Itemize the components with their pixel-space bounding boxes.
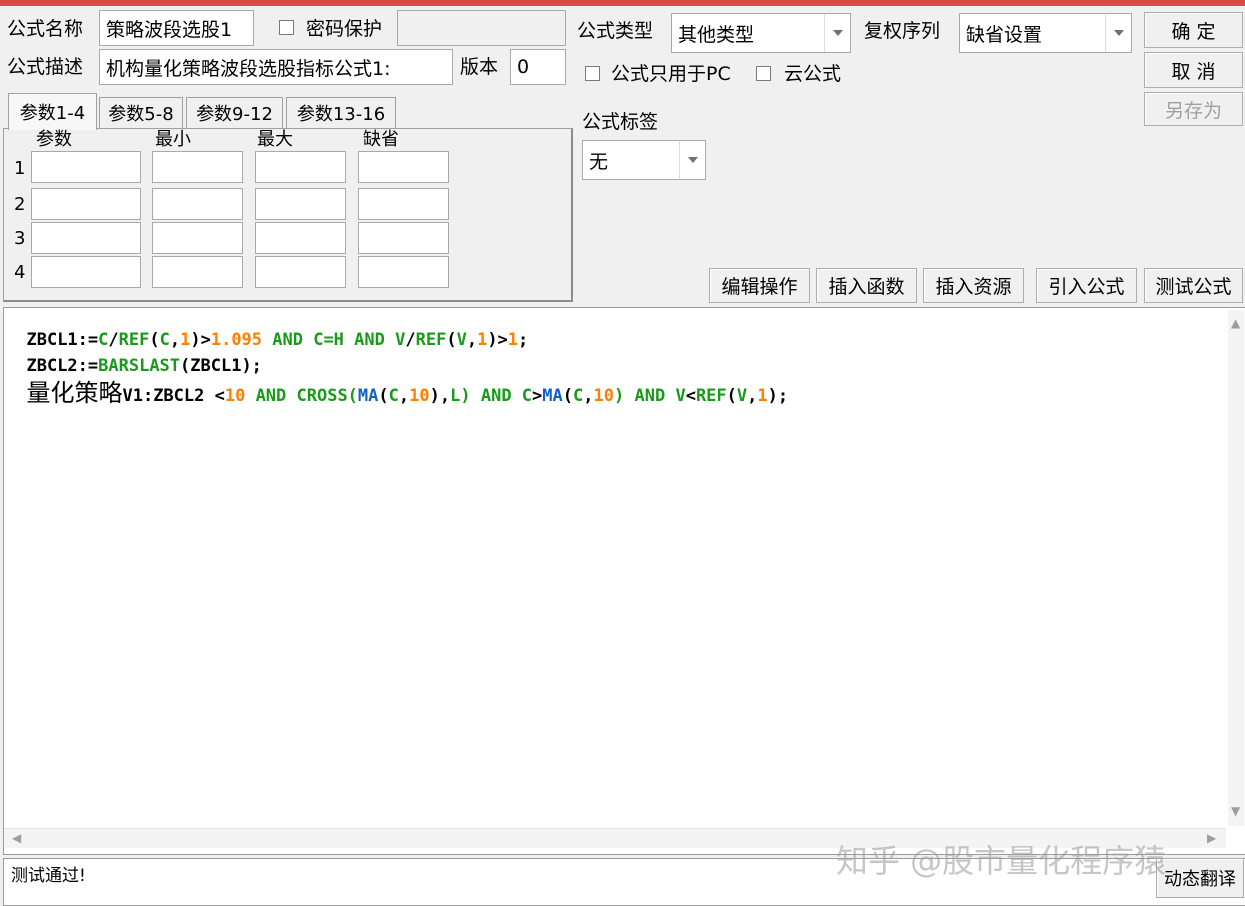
vertical-scrollbar[interactable]: ▲ ▼ xyxy=(1228,310,1244,826)
ok-button[interactable]: 确 定 xyxy=(1144,12,1243,48)
cloud-formula-label: 云公式 xyxy=(784,63,842,85)
formula-name-input[interactable]: 策略波段选股1 xyxy=(99,10,254,46)
param-2-max-input[interactable] xyxy=(255,188,346,220)
param-1-default-input[interactable] xyxy=(358,151,449,183)
scroll-up-arrow-icon[interactable]: ▲ xyxy=(1231,316,1240,330)
formula-type-label: 公式类型 xyxy=(577,20,654,42)
save-as-button[interactable]: 另存为 xyxy=(1144,92,1243,126)
param-4-min-input[interactable] xyxy=(152,256,243,288)
scroll-down-arrow-icon[interactable]: ▼ xyxy=(1231,804,1240,818)
formula-tag-value: 无 xyxy=(589,150,609,173)
chevron-down-icon[interactable] xyxy=(824,14,850,52)
tab-params-1-4[interactable]: 参数1-4 xyxy=(8,93,97,130)
param-row-number: 3 xyxy=(14,228,26,249)
tab-params-13-16[interactable]: 参数13-16 xyxy=(286,97,396,128)
param-row-number: 4 xyxy=(14,262,26,283)
code-line-3: 量化策略V1:ZBCL2 <10 AND CROSS(MA(C,10),L) A… xyxy=(26,379,789,407)
watermark-text: 知乎 @股市量化程序猿 xyxy=(836,842,1167,880)
param-row-number: 2 xyxy=(14,194,26,215)
cancel-button[interactable]: 取 消 xyxy=(1144,52,1243,88)
status-message: 测试通过! xyxy=(11,866,86,886)
param-1-min-input[interactable] xyxy=(152,151,243,183)
formula-tag-select[interactable]: 无 xyxy=(582,140,706,180)
formula-type-value: 其他类型 xyxy=(678,23,755,46)
param-header-min: 最小 xyxy=(155,129,191,150)
title-bar-strip xyxy=(0,0,1245,6)
formula-desc-label: 公式描述 xyxy=(7,56,84,78)
scroll-right-arrow-icon[interactable]: ▶ xyxy=(1207,831,1216,845)
formula-tag-label: 公式标签 xyxy=(582,111,659,133)
password-label: 密码保护 xyxy=(306,18,383,40)
param-2-name-input[interactable] xyxy=(31,188,141,220)
param-2-default-input[interactable] xyxy=(358,188,449,220)
rights-select[interactable]: 缺省设置 xyxy=(959,13,1132,53)
formula-type-select[interactable]: 其他类型 xyxy=(671,13,851,53)
param-header-max: 最大 xyxy=(257,129,293,150)
param-2-min-input[interactable] xyxy=(152,188,243,220)
param-4-name-input[interactable] xyxy=(31,256,141,288)
password-checkbox[interactable] xyxy=(279,20,294,35)
version-label: 版本 xyxy=(460,56,499,78)
password-input[interactable] xyxy=(397,10,566,46)
formula-desc-input[interactable]: 机构量化策略波段选股指标公式1: xyxy=(99,49,453,85)
pc-only-checkbox[interactable] xyxy=(585,66,600,81)
rights-value: 缺省设置 xyxy=(966,23,1043,46)
import-formula-button[interactable]: 引入公式 xyxy=(1036,268,1137,303)
param-row-number: 1 xyxy=(14,158,26,179)
param-3-default-input[interactable] xyxy=(358,222,449,254)
rights-label: 复权序列 xyxy=(864,20,941,42)
param-4-max-input[interactable] xyxy=(255,256,346,288)
param-3-min-input[interactable] xyxy=(152,222,243,254)
dynamic-translate-button[interactable]: 动态翻译 xyxy=(1156,858,1244,898)
param-4-default-input[interactable] xyxy=(358,256,449,288)
param-header-default: 缺省 xyxy=(363,129,399,150)
param-1-max-input[interactable] xyxy=(255,151,346,183)
insert-resource-button[interactable]: 插入资源 xyxy=(923,268,1024,303)
tab-params-9-12[interactable]: 参数9-12 xyxy=(186,97,283,128)
edit-operations-button[interactable]: 编辑操作 xyxy=(709,268,810,303)
cloud-formula-checkbox[interactable] xyxy=(756,66,771,81)
param-1-name-input[interactable] xyxy=(31,151,141,183)
pc-only-label: 公式只用于PC xyxy=(611,63,731,85)
param-3-max-input[interactable] xyxy=(255,222,346,254)
param-header-name: 参数 xyxy=(36,129,72,150)
test-formula-button[interactable]: 测试公式 xyxy=(1144,268,1243,303)
tab-params-5-8[interactable]: 参数5-8 xyxy=(99,97,183,128)
formula-name-label: 公式名称 xyxy=(7,18,84,40)
param-3-name-input[interactable] xyxy=(31,222,141,254)
scroll-left-arrow-icon[interactable]: ◀ xyxy=(12,831,21,845)
chevron-down-icon[interactable] xyxy=(1105,14,1131,52)
insert-function-button[interactable]: 插入函数 xyxy=(816,268,917,303)
chevron-down-icon[interactable] xyxy=(679,141,705,179)
version-input[interactable]: 0 xyxy=(510,49,566,85)
